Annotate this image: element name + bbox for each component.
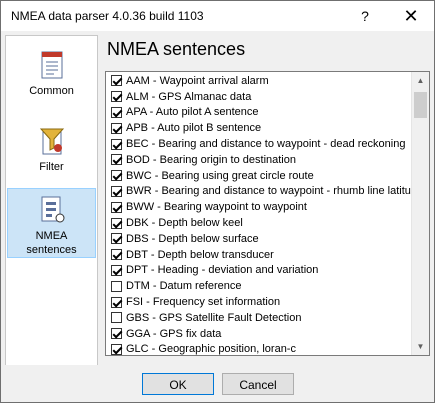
- window-title: NMEA data parser 4.0.36 build 1103: [11, 9, 204, 23]
- sentence-label: APB - Auto pilot B sentence: [126, 122, 262, 135]
- sentence-label: FSI - Frequency set information: [126, 296, 281, 309]
- sentence-label: GLC - Geographic position, loran-c: [126, 343, 296, 356]
- list-item[interactable]: DBS - Depth below surface: [106, 231, 411, 247]
- title-bar: NMEA data parser 4.0.36 build 1103 ? ✕: [1, 1, 434, 31]
- list-item[interactable]: APA - Auto pilot A sentence: [106, 105, 411, 121]
- sidebar-item-label: Common: [29, 85, 74, 97]
- sentence-checkbox[interactable]: [111, 343, 122, 355]
- help-button[interactable]: ?: [353, 5, 377, 27]
- sidebar-item-filter[interactable]: Filter: [7, 116, 96, 190]
- sentence-checkbox[interactable]: [111, 138, 122, 150]
- sentence-checkbox[interactable]: [111, 233, 122, 245]
- filter-icon: [39, 128, 64, 155]
- list-item[interactable]: GGA - GPS fix data: [106, 326, 411, 342]
- list-item[interactable]: DBK - Depth below keel: [106, 215, 411, 231]
- sentence-checkbox[interactable]: [111, 312, 122, 324]
- list-item[interactable]: GBS - GPS Satellite Fault Detection: [106, 310, 411, 326]
- sentence-label: DBS - Depth below surface: [126, 232, 259, 245]
- sentence-checkbox[interactable]: [111, 91, 122, 103]
- sentence-label: BOD - Bearing origin to destination: [126, 153, 296, 166]
- sentence-checkbox[interactable]: [111, 122, 122, 134]
- list-item[interactable]: DBT - Depth below transducer: [106, 247, 411, 263]
- list-item[interactable]: BWW - Bearing waypoint to waypoint: [106, 199, 411, 215]
- close-button[interactable]: ✕: [399, 5, 423, 27]
- list-item[interactable]: BWC - Bearing using great circle route: [106, 168, 411, 184]
- list-item[interactable]: AAM - Waypoint arrival alarm: [106, 73, 411, 89]
- sentence-checkbox[interactable]: [111, 185, 122, 197]
- dialog-window: NMEA data parser 4.0.36 build 1103 ? ✕ C…: [0, 0, 435, 403]
- sentence-checkbox[interactable]: [111, 75, 122, 87]
- sentence-label: DBK - Depth below keel: [126, 217, 243, 230]
- sentence-checkbox[interactable]: [111, 296, 122, 308]
- sentence-checkbox[interactable]: [111, 106, 122, 118]
- scroll-thumb[interactable]: [414, 92, 427, 118]
- list-item[interactable]: FSI - Frequency set information: [106, 294, 411, 310]
- sentence-label: GBS - GPS Satellite Fault Detection: [126, 311, 302, 324]
- list-item[interactable]: BWR - Bearing and distance to waypoint -…: [106, 184, 411, 200]
- sentence-checkbox[interactable]: [111, 249, 122, 261]
- sentence-checkbox[interactable]: [111, 280, 122, 292]
- cancel-button[interactable]: Cancel: [222, 373, 294, 395]
- sentence-label: BWW - Bearing waypoint to waypoint: [126, 201, 307, 214]
- sentence-checkbox[interactable]: [111, 264, 122, 276]
- sentence-checkbox[interactable]: [111, 201, 122, 213]
- sentence-label: AAM - Waypoint arrival alarm: [126, 74, 269, 87]
- sentence-label: DBT - Depth below transducer: [126, 248, 274, 261]
- sidebar: Common Filter NMEA sentences: [5, 35, 98, 367]
- page-title: NMEA sentences: [107, 39, 246, 59]
- list-item[interactable]: BEC - Bearing and distance to waypoint -…: [106, 136, 411, 152]
- nmea-sentences-icon: [41, 196, 64, 223]
- ok-button[interactable]: OK: [142, 373, 214, 395]
- list-item[interactable]: DTM - Datum reference: [106, 278, 411, 294]
- list-item[interactable]: ALM - GPS Almanac data: [106, 89, 411, 105]
- list-item[interactable]: BOD - Bearing origin to destination: [106, 152, 411, 168]
- list-item[interactable]: APB - Auto pilot B sentence: [106, 120, 411, 136]
- sidebar-item-nmea-sentences[interactable]: NMEA sentences: [7, 188, 96, 258]
- sentence-label: ALM - GPS Almanac data: [126, 90, 252, 103]
- list-item[interactable]: DPT - Heading - deviation and variation: [106, 263, 411, 279]
- sentence-checkbox[interactable]: [111, 154, 122, 166]
- sentence-checkbox[interactable]: [111, 328, 122, 340]
- sentence-label: GGA - GPS fix data: [126, 327, 222, 340]
- sentences-checklist[interactable]: AAM - Waypoint arrival alarm ALM - GPS Al…: [105, 71, 430, 356]
- sidebar-item-label: Filter: [39, 161, 64, 173]
- button-bar: OK Cancel: [1, 365, 434, 402]
- list-item[interactable]: GLC - Geographic position, loran-c: [106, 342, 411, 356]
- sentence-label: APA - Auto pilot A sentence: [126, 106, 259, 119]
- sentence-checkbox[interactable]: [111, 217, 122, 229]
- document-icon: [41, 51, 62, 79]
- sentence-label: BWR - Bearing and distance to waypoint -…: [126, 185, 411, 198]
- scroll-down-icon[interactable]: ▼: [412, 338, 429, 355]
- sentence-label: BEC - Bearing and distance to waypoint -…: [126, 138, 406, 151]
- vertical-scrollbar[interactable]: ▲ ▼: [411, 72, 429, 355]
- sentence-checkbox[interactable]: [111, 170, 122, 182]
- sidebar-item-common[interactable]: Common: [7, 40, 96, 114]
- sentence-label: DPT - Heading - deviation and variation: [126, 264, 319, 277]
- sentence-label: BWC - Bearing using great circle route: [126, 169, 314, 182]
- sentences-list: AAM - Waypoint arrival alarm ALM - GPS Al…: [106, 73, 411, 356]
- scroll-up-icon[interactable]: ▲: [412, 72, 429, 89]
- sentence-label: DTM - Datum reference: [126, 280, 242, 293]
- sidebar-item-label: NMEA sentences: [26, 230, 77, 256]
